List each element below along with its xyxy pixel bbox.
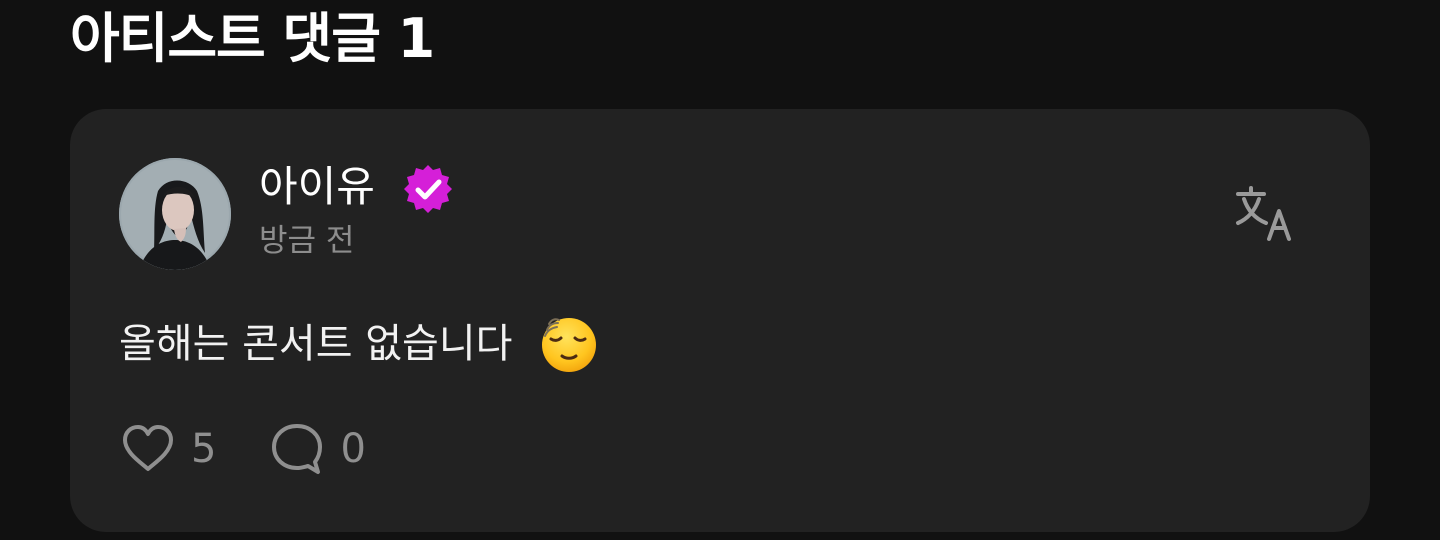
comment-actions: 5 0	[119, 419, 366, 479]
translate-button[interactable]	[1232, 181, 1298, 247]
verified-badge-icon	[402, 163, 454, 215]
reply-button[interactable]: 0	[268, 420, 366, 478]
like-button[interactable]: 5	[119, 420, 216, 478]
avatar[interactable]	[119, 158, 231, 270]
relieved-face-icon	[542, 318, 597, 372]
author-name[interactable]: 아이유	[259, 157, 375, 217]
like-count: 5	[191, 426, 217, 472]
section-title: 아티스트 댓글 1	[70, 7, 435, 70]
comment-card: 아이유 방금 전 올해는 콘서트 없습니다 5 0	[70, 109, 1370, 532]
speech-bubble-icon	[272, 424, 323, 474]
translate-icon	[1236, 186, 1291, 241]
comment-timestamp: 방금 전	[259, 223, 355, 259]
comment-text: 올해는 콘서트 없습니다	[119, 321, 513, 367]
reply-count: 0	[340, 426, 366, 472]
comment-body: 올해는 콘서트 없습니다	[119, 309, 599, 377]
heart-icon	[123, 425, 173, 471]
